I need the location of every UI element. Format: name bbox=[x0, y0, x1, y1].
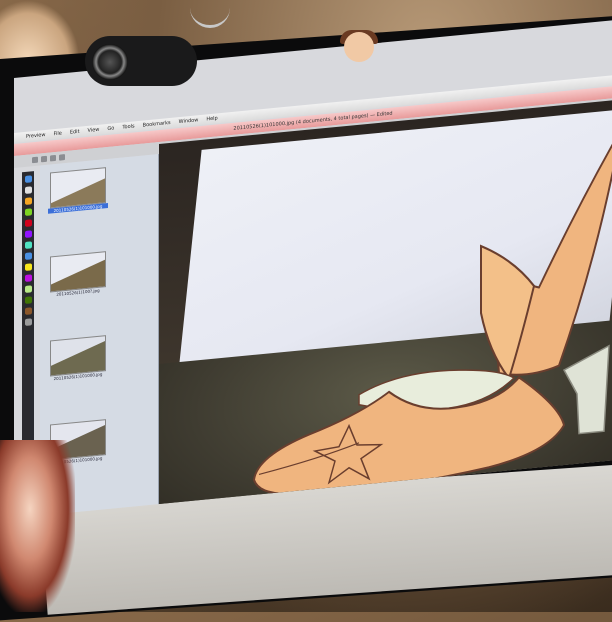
menu-help[interactable]: Help bbox=[206, 115, 217, 122]
dock-app-icon[interactable] bbox=[24, 186, 32, 194]
dock-app-icon[interactable] bbox=[24, 263, 32, 271]
menu-tools[interactable]: Tools bbox=[122, 123, 134, 130]
dock-app-icon[interactable] bbox=[24, 241, 32, 249]
menu-bookmarks[interactable]: Bookmarks bbox=[143, 120, 171, 129]
webcam-lens bbox=[92, 44, 128, 80]
shoe-heel bbox=[562, 344, 610, 435]
dock-app-icon[interactable] bbox=[24, 252, 32, 260]
dock-finder-icon[interactable] bbox=[24, 175, 32, 183]
dock-app-icon[interactable] bbox=[24, 285, 32, 293]
menu-file[interactable]: File bbox=[53, 130, 61, 137]
menu-app-name[interactable]: Preview bbox=[26, 132, 45, 140]
dock-app-icon[interactable] bbox=[24, 208, 32, 216]
zoom-button[interactable] bbox=[59, 154, 65, 161]
menu-window[interactable]: Window bbox=[179, 117, 199, 125]
dock-app-icon[interactable] bbox=[24, 307, 32, 315]
preview-image bbox=[159, 99, 612, 518]
menu-edit[interactable]: Edit bbox=[70, 129, 80, 136]
dock-app-icon[interactable] bbox=[24, 296, 32, 304]
sidebar-toggle-button[interactable] bbox=[32, 156, 38, 164]
dock-app-icon[interactable] bbox=[24, 230, 32, 238]
dock-app-icon[interactable] bbox=[24, 274, 32, 282]
shoe-graphic bbox=[252, 129, 612, 495]
thumbnail-1[interactable] bbox=[50, 167, 106, 209]
prev-button[interactable] bbox=[41, 155, 47, 163]
dock-app-icon[interactable] bbox=[24, 219, 32, 227]
dock-trash-icon[interactable] bbox=[24, 318, 32, 326]
screen: Preview File Edit View Go Tools Bookmark… bbox=[14, 20, 612, 518]
dock-app-icon[interactable] bbox=[24, 197, 32, 205]
figurine-bottom-left bbox=[0, 440, 75, 612]
figurine-head bbox=[344, 32, 374, 62]
thumbnail-2[interactable] bbox=[50, 251, 106, 293]
menu-go[interactable]: Go bbox=[107, 125, 114, 132]
next-button[interactable] bbox=[50, 154, 56, 162]
thumbnail-3[interactable] bbox=[50, 335, 106, 377]
menu-view[interactable]: View bbox=[88, 127, 100, 134]
